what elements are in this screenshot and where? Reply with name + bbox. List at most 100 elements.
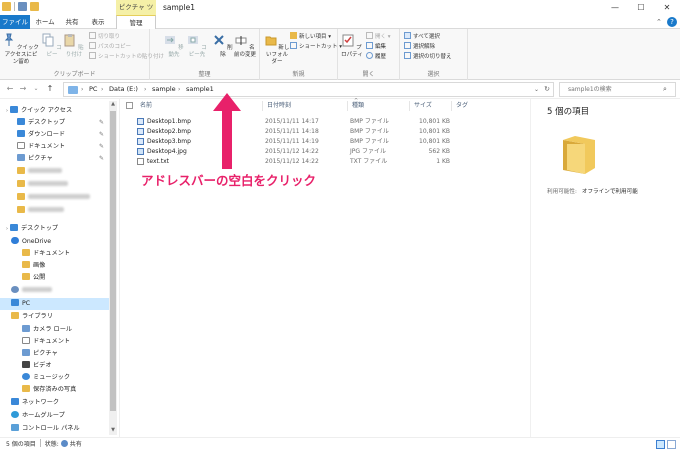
up-arrow-icon[interactable]: ↑ [45, 84, 55, 94]
copy-button[interactable]: コピー [41, 33, 63, 59]
file-row[interactable]: Desktop1.bmp 2015/11/11 14:17 BMP ファイル 1… [136, 117, 466, 126]
properties-button[interactable]: プロパティ [340, 33, 364, 59]
refresh-icon[interactable]: ↻ [544, 83, 550, 96]
address-bar[interactable]: › PC › Data (E:) › sample › sample1 ⌄ ↻ [63, 82, 554, 97]
nav-onedrive-public[interactable]: 公開 [0, 272, 110, 284]
search-box[interactable]: ⌕ [559, 82, 676, 97]
close-button[interactable]: ✕ [654, 0, 680, 15]
nav-onedrive-documents[interactable]: ドキュメント [0, 248, 110, 260]
nav-quick-access[interactable]: › クイック アクセス [0, 105, 110, 117]
search-icon[interactable]: ⌕ [663, 85, 671, 93]
nav-homegroup[interactable]: ホームグループ [0, 410, 110, 422]
cut-button[interactable]: 切り取り [89, 32, 120, 41]
invert-selection-button[interactable]: 選択の切り替え [404, 52, 452, 61]
nav-user[interactable] [0, 285, 110, 297]
file-size: 562 KB [428, 148, 450, 155]
scroll-up-arrow-icon[interactable]: ▲ [109, 101, 117, 109]
nav-documents[interactable]: ドキュメント ✎ [0, 141, 110, 153]
large-icons-view-icon[interactable] [667, 440, 676, 449]
nav-camera-roll[interactable]: カメラ ロール [0, 324, 110, 336]
file-row[interactable]: Desktop2.bmp 2015/11/11 14:18 BMP ファイル 1… [136, 127, 466, 136]
help-icon[interactable]: ? [667, 17, 677, 27]
nav-pc[interactable]: PC [0, 298, 110, 310]
column-size[interactable]: サイズ [409, 101, 451, 111]
easy-access-button[interactable]: ショートカット ▾ [290, 42, 342, 51]
nav-scrollbar[interactable]: ▲ ▼ [109, 101, 117, 435]
copy-to-button[interactable]: コピー先 [186, 33, 208, 59]
file-row[interactable]: text.txt 2015/11/12 14:22 TXT ファイル 1 KB [136, 157, 466, 166]
ribbon-collapse-icon[interactable]: ⌃ [656, 18, 664, 26]
select-all-checkbox[interactable] [126, 102, 133, 109]
new-item-button[interactable]: 新しい項目 ▾ [290, 32, 331, 41]
pin-icon: ✎ [98, 143, 104, 150]
paste-button[interactable]: 貼り付け [63, 33, 85, 59]
edit-button[interactable]: 編集 [366, 42, 386, 51]
properties-icon[interactable] [18, 2, 27, 11]
recent-locations-chevron-icon[interactable]: ⌄ [31, 84, 41, 94]
breadcrumb-sample[interactable]: sample [152, 83, 176, 96]
nav-onedrive[interactable]: OneDrive [0, 236, 110, 248]
nav-downloads[interactable]: ダウンロード ✎ [0, 129, 110, 141]
nav-onedrive-pictures-label: 画像 [33, 262, 46, 269]
column-date[interactable]: 日付時刻 [262, 101, 347, 111]
breadcrumb-drive[interactable]: Data (E:) [109, 83, 138, 96]
edit-icon [366, 42, 373, 49]
column-tag[interactable]: タグ [451, 101, 501, 111]
file-size: 10,801 KB [419, 128, 450, 135]
nav-blurred-folder-4[interactable] [0, 205, 110, 217]
column-name[interactable]: 名前 [136, 101, 262, 111]
open-button[interactable]: 開く ▾ [366, 32, 391, 41]
nav-library-documents[interactable]: ドキュメント [0, 336, 110, 348]
breadcrumb-sample1[interactable]: sample1 [186, 83, 214, 96]
tab-file[interactable]: ファイル [0, 15, 30, 29]
ribbon: クイック アクセスにピン留め コピー 貼り付け 切り取り パスのコピー ショート… [0, 29, 680, 80]
select-none-button[interactable]: 選択解除 [404, 42, 435, 51]
breadcrumb-pc[interactable]: PC [89, 83, 97, 96]
desktop-icon [17, 118, 25, 125]
expand-chevron-icon[interactable]: › [6, 226, 8, 232]
file-row[interactable]: Desktop3.bmp 2015/11/11 14:19 BMP ファイル 1… [136, 137, 466, 146]
back-arrow-icon[interactable]: ← [5, 84, 15, 94]
minimize-button[interactable]: — [602, 0, 628, 15]
scroll-down-arrow-icon[interactable]: ▼ [109, 427, 117, 435]
pin-to-quick-access-button[interactable]: クイック アクセスにピン留め [2, 33, 40, 66]
details-view-icon[interactable] [656, 440, 665, 449]
nav-network[interactable]: ネットワーク [0, 397, 110, 409]
nav-library-music[interactable]: ミュージック [0, 372, 110, 384]
nav-desktop-root[interactable]: › デスクトップ [0, 223, 110, 235]
search-input[interactable] [560, 83, 655, 96]
scrollbar-thumb[interactable] [110, 111, 116, 411]
tab-view[interactable]: 表示 [86, 15, 110, 29]
address-dropdown-chevron-icon[interactable]: ⌄ [534, 83, 539, 96]
desktop-icon [10, 224, 18, 231]
nav-library-videos[interactable]: ビデオ [0, 360, 110, 372]
file-row[interactable]: Desktop4.jpg 2015/11/12 14:22 JPG ファイル 5… [136, 147, 466, 156]
nav-control-panel[interactable]: コントロール パネル [0, 423, 110, 435]
copy-path-button[interactable]: パスのコピー [89, 42, 131, 51]
history-button[interactable]: 履歴 [366, 52, 386, 61]
rename-button[interactable]: 名前の変更 [234, 33, 256, 59]
nav-pictures[interactable]: ピクチャ ✎ [0, 153, 110, 165]
select-all-button[interactable]: すべて選択 [404, 32, 440, 41]
nav-blurred-folder-3[interactable] [0, 192, 110, 204]
nav-library-pictures[interactable]: ピクチャ [0, 348, 110, 360]
tab-share[interactable]: 共有 [60, 15, 84, 29]
tab-manage[interactable]: 管理 [116, 15, 156, 29]
column-type[interactable]: 種類 [347, 101, 409, 111]
nav-blurred-folder-1[interactable] [0, 166, 110, 178]
maximize-button[interactable]: ☐ [628, 0, 654, 15]
tab-home[interactable]: ホーム [32, 15, 58, 29]
nav-desktop[interactable]: デスクトップ ✎ [0, 117, 110, 129]
move-to-button[interactable]: 移動先 [163, 33, 185, 59]
nav-libraries[interactable]: ライブラリ [0, 311, 110, 323]
new-folder-button[interactable]: 新しいフォルダー [264, 33, 290, 66]
new-folder-icon[interactable] [30, 2, 39, 11]
nav-saved-pictures[interactable]: 保存済みの写真 [0, 384, 110, 396]
forward-arrow-icon[interactable]: → [18, 84, 28, 94]
nav-blurred-folder-2[interactable] [0, 179, 110, 191]
expand-chevron-icon[interactable]: › [6, 108, 8, 114]
ribbon-tabs: ファイル ホーム 共有 表示 管理 [0, 15, 680, 29]
delete-button[interactable]: 削除 [212, 33, 234, 59]
folder-icon[interactable] [2, 2, 11, 11]
nav-onedrive-pictures[interactable]: 画像 [0, 260, 110, 272]
